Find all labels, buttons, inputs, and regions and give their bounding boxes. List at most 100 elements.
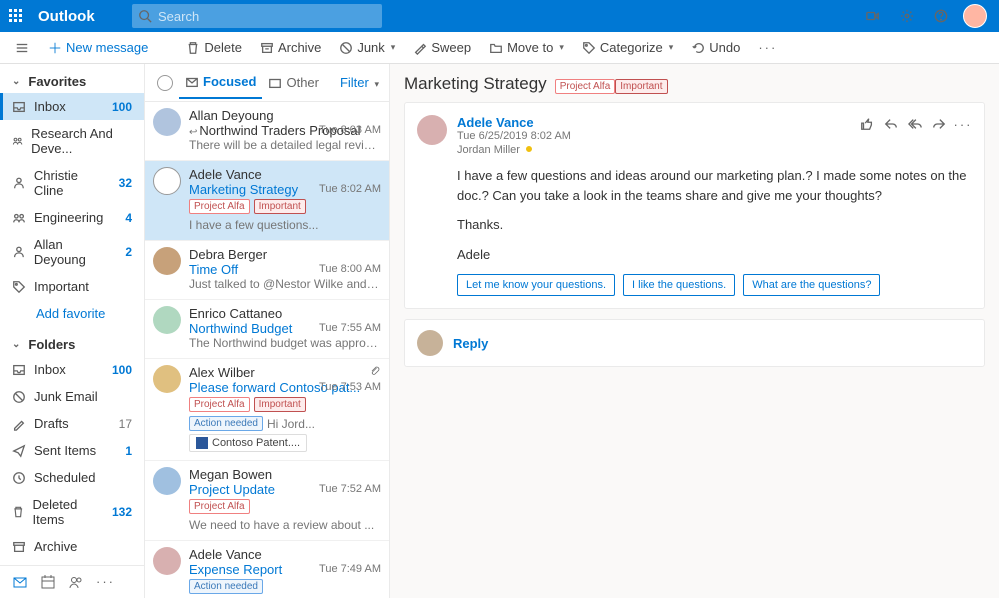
hamburger-icon[interactable] xyxy=(6,41,38,55)
message-avatar xyxy=(153,167,181,195)
reply-box[interactable]: Reply xyxy=(404,319,985,367)
message-preview: Hi Jord... xyxy=(267,417,315,431)
plus-icon xyxy=(48,41,62,55)
move-to-button[interactable]: Move to▾ xyxy=(481,36,572,59)
tab-other[interactable]: Other xyxy=(262,67,325,98)
suggested-reply[interactable]: Let me know your questions. xyxy=(457,274,615,296)
favorite-item[interactable]: Christie Cline32 xyxy=(0,162,144,204)
folder-item[interactable]: Inbox100 xyxy=(0,356,144,383)
move-to-label: Move to xyxy=(507,40,553,55)
folder-item[interactable]: Junk Email xyxy=(0,383,144,410)
folder-item[interactable]: Conversation History xyxy=(0,560,144,565)
message-item[interactable]: Adele VanceMarketing StrategyTue 8:02 AM… xyxy=(145,161,389,241)
reply-all-icon[interactable] xyxy=(906,115,924,133)
more-email-actions-icon[interactable]: ··· xyxy=(954,115,972,133)
other-label: Other xyxy=(286,75,319,90)
select-all-checkbox[interactable] xyxy=(157,75,173,91)
message-from: Megan Bowen xyxy=(189,467,381,482)
message-item[interactable]: Debra BergerTime OffTue 8:00 AMJust talk… xyxy=(145,241,389,300)
settings-icon[interactable] xyxy=(891,0,923,32)
chevron-down-icon: ⌄ xyxy=(12,339,20,350)
message-item[interactable]: Megan BowenProject UpdateTue 7:52 AMProj… xyxy=(145,461,389,541)
search-box[interactable] xyxy=(132,4,382,28)
nav-count: 17 xyxy=(119,417,132,431)
category-tag: Important xyxy=(254,199,306,214)
account-avatar[interactable] xyxy=(959,0,991,32)
favorite-item[interactable]: Allan Deyoung2 xyxy=(0,231,144,273)
message-item[interactable]: Alex WilberPlease forward Contoso pat...… xyxy=(145,359,389,461)
new-message-button[interactable]: New message xyxy=(40,36,156,59)
reply-button[interactable]: Reply xyxy=(453,336,488,351)
folders-header[interactable]: ⌄ Folders xyxy=(0,327,144,356)
favorite-item[interactable]: Engineering4 xyxy=(0,204,144,231)
delete-button[interactable]: Delete xyxy=(178,36,250,59)
message-item[interactable]: Allan Deyoung↩Northwind Traders Proposal… xyxy=(145,102,389,161)
sweep-label: Sweep xyxy=(431,40,471,55)
email-body: I have a few questions and ideas around … xyxy=(457,166,972,264)
suggested-reply[interactable]: What are the questions? xyxy=(743,274,880,296)
people-module-icon[interactable] xyxy=(68,574,84,590)
more-modules-icon[interactable]: ··· xyxy=(96,574,115,590)
folder-item[interactable]: Deleted Items132 xyxy=(0,491,144,533)
forward-icon[interactable] xyxy=(930,115,948,133)
tab-focused[interactable]: Focused xyxy=(179,66,262,99)
nav-count: 100 xyxy=(112,100,132,114)
nav-label: Research And Deve... xyxy=(31,126,132,156)
sender-name[interactable]: Adele Vance xyxy=(457,115,571,130)
email-title: Marketing Strategy xyxy=(404,74,547,94)
suggested-replies: Let me know your questions. I like the qu… xyxy=(457,274,972,296)
folder-item[interactable]: Scheduled xyxy=(0,464,144,491)
folder-move-icon xyxy=(489,41,503,55)
teams-call-icon[interactable] xyxy=(857,0,889,32)
category-tag: Important xyxy=(254,397,306,412)
focused-icon xyxy=(185,75,199,89)
categorize-button[interactable]: Categorize▾ xyxy=(574,36,681,59)
favorite-item[interactable]: Research And Deve... xyxy=(0,120,144,162)
nav-label: Junk Email xyxy=(34,389,98,404)
sweep-button[interactable]: Sweep xyxy=(405,36,479,59)
message-avatar xyxy=(153,365,181,393)
search-input[interactable] xyxy=(158,9,358,24)
sender-avatar[interactable] xyxy=(417,115,447,145)
more-actions-button[interactable]: ··· xyxy=(750,36,785,59)
presence-icon xyxy=(525,145,533,153)
favorite-item[interactable]: Important xyxy=(0,273,144,300)
suggested-reply[interactable]: I like the questions. xyxy=(623,274,735,296)
folder-item[interactable]: Archive xyxy=(0,533,144,560)
message-time: Tue 7:52 AM xyxy=(319,483,381,495)
message-item[interactable]: Enrico CattaneoNorthwind BudgetTue 7:55 … xyxy=(145,300,389,359)
message-from: Debra Berger xyxy=(189,247,381,262)
message-avatar xyxy=(153,306,181,334)
attachment-chip[interactable]: Contoso Patent.... xyxy=(189,434,307,452)
message-list-pane: Focused Other Filter ▾ Allan Deyoung↩Nor… xyxy=(145,64,390,598)
folder-item[interactable]: Drafts17 xyxy=(0,410,144,437)
nav-label: Archive xyxy=(34,539,77,554)
mail-module-icon[interactable] xyxy=(12,574,28,590)
undo-button[interactable]: Undo xyxy=(683,36,748,59)
favorite-item[interactable]: Inbox 100 xyxy=(0,93,144,120)
reply-icon[interactable] xyxy=(882,115,900,133)
tag-icon xyxy=(582,41,596,55)
help-icon[interactable] xyxy=(925,0,957,32)
nav-label: Inbox xyxy=(34,99,66,114)
app-header: Outlook xyxy=(0,0,999,32)
folder-item[interactable]: Sent Items1 xyxy=(0,437,144,464)
message-time: Tue 7:49 AM xyxy=(319,563,381,575)
favorites-header[interactable]: ⌄ Favorites xyxy=(0,64,144,93)
filter-label: Filter xyxy=(340,75,369,90)
app-launcher-icon[interactable] xyxy=(0,0,32,32)
calendar-module-icon[interactable] xyxy=(40,574,56,590)
nav-label: Sent Items xyxy=(34,443,96,458)
nav-label: Scheduled xyxy=(34,470,95,485)
junk-button[interactable]: Junk▾ xyxy=(331,36,403,59)
like-icon[interactable] xyxy=(858,115,876,133)
message-item[interactable]: Adele VanceExpense ReportTue 7:49 AMActi… xyxy=(145,541,389,598)
add-favorite-link[interactable]: Add favorite xyxy=(0,300,144,327)
message-preview: I have a few questions... xyxy=(189,218,318,232)
message-preview: There will be a detailed legal review of… xyxy=(189,138,381,152)
archive-button[interactable]: Archive xyxy=(252,36,329,59)
focused-label: Focused xyxy=(203,74,256,89)
message-from: Adele Vance xyxy=(189,547,381,562)
filter-button[interactable]: Filter ▾ xyxy=(340,75,383,90)
message-time: Tue 7:55 AM xyxy=(319,322,381,334)
